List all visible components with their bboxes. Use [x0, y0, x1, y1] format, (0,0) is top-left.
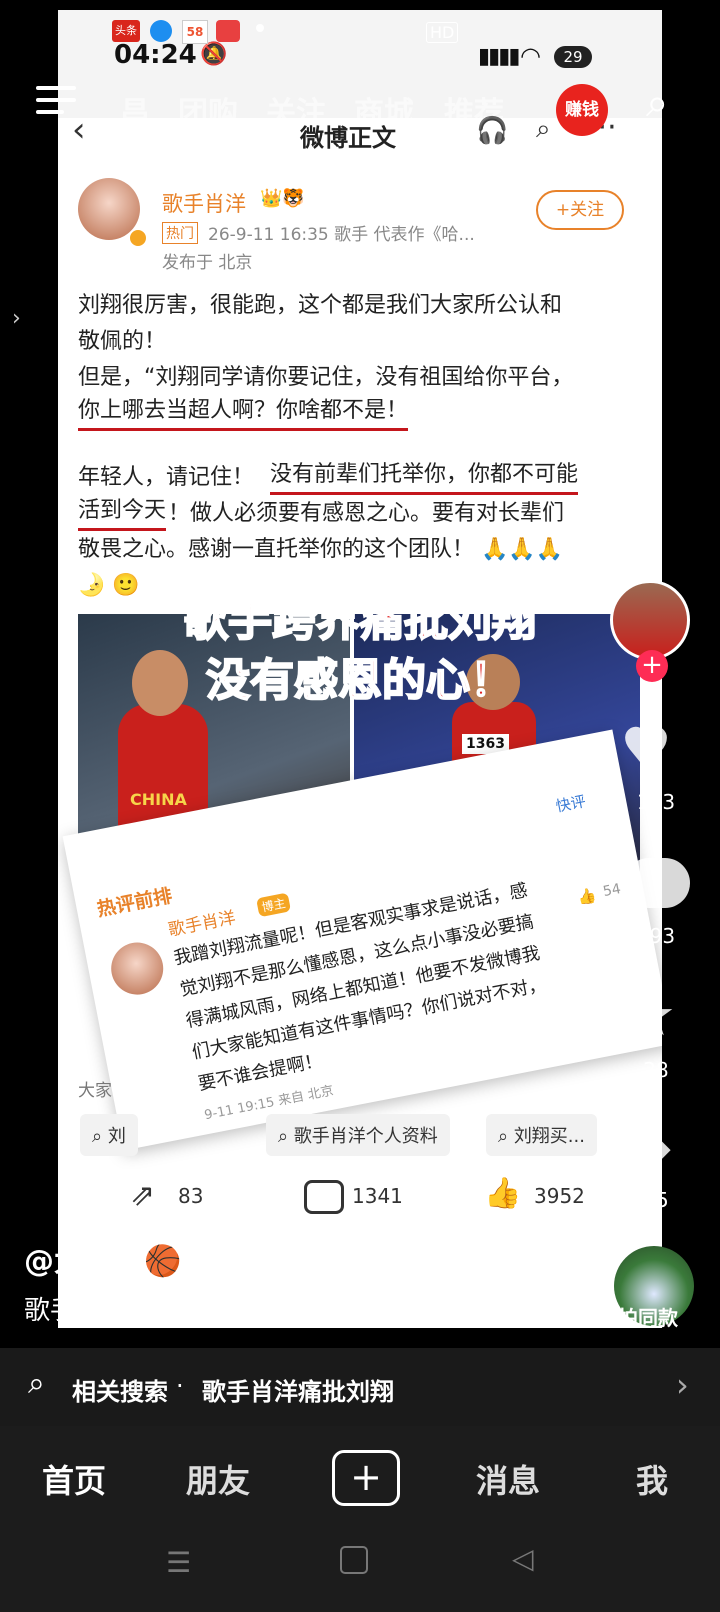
comment-avatar[interactable]: [106, 938, 168, 1000]
repost-icon[interactable]: ⇗: [130, 1178, 155, 1213]
weibo-screenshot: 04:24 🔕 头条 58 HD ▮▮▮▮ ◠ 29 昌 团购 关注 商城 推荐…: [58, 10, 662, 1328]
post-line-5a: 年轻人，请记住！: [78, 465, 255, 490]
favorite-count-rail: 28: [643, 1058, 669, 1082]
home-square-icon[interactable]: [340, 1546, 368, 1574]
partial-label: 大家: [78, 1081, 112, 1101]
quick-comment-label[interactable]: 快评: [554, 790, 587, 816]
status-time: 04:24: [114, 40, 197, 70]
comment-like-icon[interactable]: 👍: [576, 886, 598, 907]
post-line-3: 但是，“刘翔同学请你要记住，没有祖国给你平台，: [78, 365, 574, 390]
post-line-6b: ！做人必须要有感恩之心。要有对长辈们: [168, 501, 565, 526]
search-chip-1-label: 刘: [107, 1126, 126, 1147]
hd-icon: HD: [426, 22, 459, 43]
related-search-bar[interactable]: ⌕ 相关搜索 · 歌手肖洋痛批刘翔 ›: [0, 1348, 720, 1426]
signal-icon: ▮▮▮▮: [478, 44, 520, 69]
comment-like-count: 54: [601, 880, 623, 901]
post-line-2: 敬佩的！: [78, 329, 167, 354]
video-caption: 歌手跨界下场批评刘翔不懂感...: [24, 1296, 387, 1326]
tab-home[interactable]: 首页: [42, 1456, 106, 1502]
video-author[interactable]: @大志说🏀: [24, 1236, 181, 1280]
search-icon[interactable]: ⌕: [536, 114, 551, 145]
share-arrow-icon[interactable]: ➦: [628, 1122, 673, 1176]
menu-icon[interactable]: [36, 86, 76, 116]
hot-tag: 热门: [162, 222, 198, 244]
author-name[interactable]: 歌手肖洋: [162, 188, 246, 218]
hot-comment-label: 热评前排: [95, 884, 175, 921]
verified-icon: [128, 228, 148, 248]
app-icon-red: [216, 20, 240, 42]
battery-badge: 29: [554, 46, 592, 68]
app-58-icon: 58: [182, 20, 208, 44]
earn-money-button[interactable]: 赚钱: [556, 84, 608, 136]
toutiao-app-icon: 头条: [112, 20, 140, 42]
post-line-6a: 活到今天: [78, 494, 167, 531]
back-arrow-icon[interactable]: ‹: [72, 110, 86, 150]
post-meta: 26-9-11 16:35 歌手 代表作《哈...: [208, 225, 475, 245]
post-location: 发布于 北京: [162, 253, 253, 273]
wifi-icon: ◠: [520, 42, 541, 70]
star-icon[interactable]: ★: [624, 986, 676, 1044]
creator-avatar[interactable]: [610, 580, 690, 660]
related-search-query: 歌手肖洋痛批刘翔: [202, 1378, 394, 1406]
side-expand-icon[interactable]: ›: [12, 306, 21, 331]
search-chip-3-label: 刘翔买...: [513, 1126, 585, 1147]
comment-count: 1341: [352, 1184, 403, 1208]
post-line-7: 敬畏之心。感谢一直托举你的这个团队！ 🙏🙏🙏: [78, 537, 564, 562]
share-count-rail: 25: [643, 1188, 669, 1212]
notification-dot-icon: [256, 24, 264, 32]
related-search-dot: ·: [176, 1372, 184, 1400]
bottom-tab-bar: 首页 朋友 + 消息 我 ☰ ◁: [0, 1426, 720, 1612]
author-badge: 博主: [256, 892, 292, 918]
like-count: 3952: [534, 1184, 585, 1208]
search-magnifier-icon[interactable]: ⌕: [646, 80, 668, 126]
like-icon[interactable]: 👍: [484, 1176, 521, 1211]
chevron-right-icon: ›: [676, 1366, 689, 1404]
image-headline-2: 没有感恩的心！: [205, 654, 515, 707]
create-plus-button[interactable]: +: [332, 1450, 400, 1506]
like-count-rail: 163: [636, 790, 676, 814]
image-text-tag: ❐ 图文: [216, 1238, 301, 1275]
related-search-prefix: 相关搜索: [72, 1378, 168, 1406]
related-search-icon: ⌕: [28, 1366, 45, 1401]
image-text-tag-label: 图文: [250, 1246, 291, 1270]
post-line-1: 刘翔很厉害，很能跑，这个都是我们大家所公认和: [78, 293, 563, 318]
recent-apps-icon[interactable]: ☰: [166, 1546, 191, 1579]
expand-caption-link[interactable]: 展开: [448, 1290, 500, 1327]
search-chip-2[interactable]: ⌕ 歌手肖洋个人资料: [266, 1114, 450, 1156]
mute-bell-icon: 🔕: [200, 42, 228, 67]
jersey-text: CHINA: [130, 790, 187, 809]
comment-bubble-icon[interactable]: [624, 858, 690, 908]
repost-count: 83: [178, 1184, 204, 1208]
weibo-header-title: 微博正文: [300, 124, 396, 152]
tab-messages[interactable]: 消息: [476, 1456, 540, 1502]
tab-friends[interactable]: 朋友: [186, 1456, 250, 1502]
follow-button[interactable]: +关注: [536, 190, 624, 230]
comment-count-rail: 193: [636, 924, 676, 948]
back-triangle-icon[interactable]: ◁: [512, 1542, 534, 1575]
tab-me[interactable]: 我: [636, 1456, 668, 1502]
follow-plus-icon[interactable]: +: [636, 650, 668, 682]
heart-icon[interactable]: ♥: [620, 720, 672, 778]
search-chip-2-label: 歌手肖洋个人资料: [293, 1126, 438, 1147]
vip-badge-icon: 👑🐯: [260, 188, 305, 209]
search-chip-3[interactable]: ⌕ 刘翔买...: [486, 1114, 597, 1156]
listen-icon[interactable]: 🎧: [476, 116, 508, 146]
comment-icon[interactable]: [304, 1180, 344, 1214]
same-style-label[interactable]: 拍同款: [618, 1302, 678, 1331]
app-icon-blue: [150, 20, 172, 42]
image-headline-1: 歌手跨界痛批刘翔: [183, 594, 537, 647]
post-line-4: 你上哪去当超人啊？你啥都不是！: [78, 394, 409, 431]
post-line-5b: 没有前辈们托举你，你都不可能: [270, 458, 579, 495]
search-chip-1[interactable]: ⌕ 刘: [80, 1114, 138, 1156]
